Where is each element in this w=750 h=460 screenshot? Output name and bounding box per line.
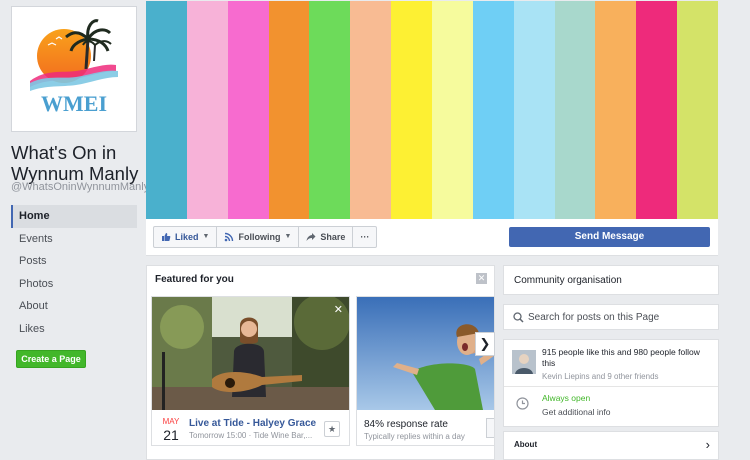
thumbs-up-icon	[162, 233, 171, 241]
caret-down-icon: ▼	[284, 233, 292, 240]
event-title-link[interactable]: Live at Tide - Halyey Grace	[189, 418, 316, 429]
liked-label: Liked	[175, 232, 199, 242]
nav-item-about[interactable]: About	[11, 295, 137, 318]
cover-stripe	[186, 1, 228, 219]
action-bar: Liked ▼ Following ▼ Share ··· Send Messa…	[146, 219, 718, 256]
cover-photo[interactable]	[146, 1, 719, 219]
wmei-logo: WMEI	[30, 19, 118, 116]
response-rate-card[interactable]: 84% response rate Typically replies with…	[356, 296, 494, 446]
logo-text: WMEI	[41, 91, 107, 116]
following-button[interactable]: Following ▼	[217, 227, 300, 247]
response-rate-title: 84% response rate	[364, 419, 448, 430]
cover-stripe	[391, 1, 433, 219]
response-rate-subtitle: Typically replies within a day	[364, 432, 465, 441]
friend-avatar[interactable]	[512, 350, 536, 374]
page-search-box	[503, 304, 719, 330]
opening-hours-status: Always open	[542, 393, 591, 403]
about-label: About	[514, 440, 538, 449]
response-action-button[interactable]	[486, 418, 494, 438]
share-label: Share	[320, 232, 346, 242]
cover-stripe	[146, 1, 187, 219]
chevron-right-icon: ›	[705, 437, 710, 452]
page-actions: Liked ▼ Following ▼ Share ···	[153, 226, 378, 248]
event-card[interactable]: ✕ MAY 21 Live at Tide - Halyey Grace Tom…	[151, 296, 350, 446]
share-arrow-icon	[306, 233, 316, 241]
nav-item-events[interactable]: Events	[11, 228, 137, 251]
page-category[interactable]: Community organisation	[503, 265, 719, 295]
cover-stripe	[554, 1, 596, 219]
cover-stripe	[309, 1, 351, 219]
featured-title: Featured for you	[155, 274, 234, 285]
close-icon[interactable]: ✕	[476, 273, 487, 284]
rss-icon	[225, 232, 234, 242]
cover-stripe	[513, 1, 555, 219]
close-icon[interactable]: ✕	[334, 303, 343, 316]
performer-photo	[152, 297, 349, 410]
about-section-header[interactable]: About ›	[503, 431, 719, 460]
nav-item-posts[interactable]: Posts	[11, 250, 137, 273]
page-profile-picture[interactable]: WMEI	[11, 6, 137, 132]
avatar-image	[512, 350, 536, 374]
page-title[interactable]: What's On in Wynnum Manly	[11, 142, 146, 184]
share-button[interactable]: Share	[299, 227, 354, 247]
search-input[interactable]	[528, 309, 713, 325]
cover-stripe	[227, 1, 269, 219]
search-icon	[513, 312, 524, 323]
liked-button[interactable]: Liked ▼	[154, 227, 218, 247]
save-event-icon[interactable]: ★	[324, 421, 340, 437]
cover-stripe	[472, 1, 514, 219]
cover-stripe	[677, 1, 719, 219]
nav-item-home[interactable]: Home	[11, 205, 137, 228]
page-nav: Home Events Posts Photos About Likes	[11, 205, 137, 340]
clock-icon	[516, 397, 529, 410]
event-month: MAY	[162, 417, 180, 426]
page-info-box: 915 people like this and 980 people foll…	[503, 339, 719, 427]
cover-stripe	[350, 1, 392, 219]
friends-like-text[interactable]: Kevin Liepins and 9 other friends	[542, 372, 659, 381]
event-day: 21	[163, 427, 179, 443]
cover-stripe	[268, 1, 310, 219]
chevron-right-icon[interactable]: ❯	[475, 332, 495, 356]
event-details: Tomorrow 15:00 · Tide Wine Bar,...	[189, 431, 313, 440]
more-options-button[interactable]: ···	[353, 227, 376, 247]
additional-info-link[interactable]: Get additional info	[542, 407, 611, 417]
cover-stripe	[636, 1, 678, 219]
cover-stripe	[432, 1, 473, 219]
create-page-button[interactable]: Create a Page	[16, 350, 86, 368]
page-handle[interactable]: @WhatsOninWynnumManly	[11, 181, 149, 193]
send-message-button[interactable]: Send Message	[509, 227, 710, 247]
caret-down-icon: ▼	[202, 233, 210, 240]
event-photo[interactable]: ✕	[152, 297, 349, 410]
featured-for-you-panel: Featured for you ✕ ✕ MAY 21 Live at Tide…	[146, 265, 495, 460]
likes-count-text: 915 people like this and 980 people foll…	[542, 347, 700, 368]
following-label: Following	[238, 232, 281, 242]
cover-stripe	[595, 1, 637, 219]
divider	[504, 386, 718, 387]
nav-item-likes[interactable]: Likes	[11, 318, 137, 341]
nav-item-photos[interactable]: Photos	[11, 273, 137, 296]
more-options-icon: ···	[360, 232, 370, 242]
